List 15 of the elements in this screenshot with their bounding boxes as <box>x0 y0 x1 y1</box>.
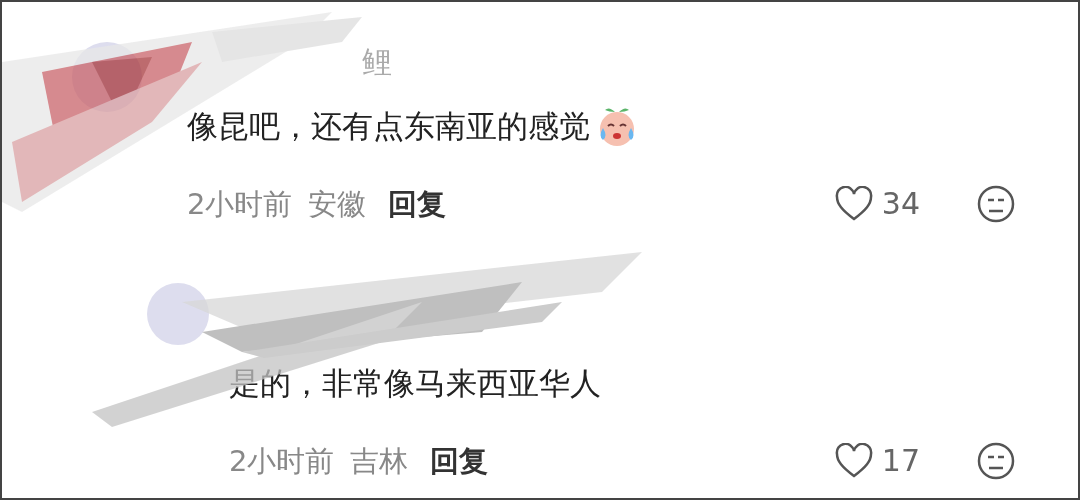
reply-link[interactable]: 回复 <box>430 441 489 481</box>
comment-text: 像昆吧，还有点东南亚的感觉 <box>187 107 590 146</box>
comment-text: 是的，非常像马来西亚华人 <box>229 364 601 403</box>
comment-time: 2小时前 <box>229 443 335 480</box>
comment-location: 吉林 <box>350 443 409 480</box>
like-count: 34 <box>881 185 920 223</box>
comment-location: 安徽 <box>308 186 367 223</box>
username: 鲤 <box>362 43 393 81</box>
face-icon[interactable] <box>976 441 1016 481</box>
like-count: 17 <box>881 442 920 480</box>
heart-icon[interactable] <box>833 186 874 222</box>
comment-time: 2小时前 <box>187 186 293 223</box>
face-icon[interactable] <box>976 184 1016 224</box>
heart-icon[interactable] <box>833 443 874 479</box>
reply-link[interactable]: 回复 <box>388 184 447 224</box>
